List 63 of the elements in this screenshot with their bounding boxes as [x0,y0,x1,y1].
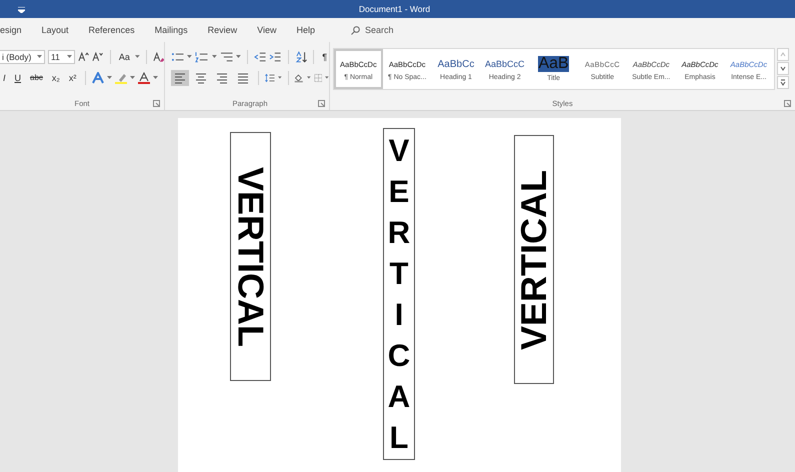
dropdown-arrow-icon[interactable] [212,55,217,58]
ribbon-tab[interactable]: Layout [32,20,79,40]
format-button[interactable]: abc [27,73,46,82]
decrease-indent-icon[interactable] [254,50,266,62]
sort-icon[interactable] [294,50,308,62]
text-box[interactable]: VERTICAL [383,128,415,460]
search-icon[interactable] [350,26,360,34]
ribbon-tab[interactable]: View [247,20,286,40]
change-case-button[interactable]: Aa [116,48,132,64]
more-styles-icon[interactable] [777,76,789,89]
dropdown-arrow-icon[interactable] [153,76,158,79]
vertical-text: VERTICAL [232,166,268,346]
dropdown-arrow-icon[interactable] [37,55,42,58]
bullets-icon[interactable] [171,50,184,62]
align-justify-icon [236,70,250,84]
format-button[interactable]: I [0,72,9,82]
highlighter-icon[interactable] [115,72,128,84]
ribbon-tab[interactable]: Help [286,20,325,40]
dropdown-arrow-icon[interactable] [306,76,311,79]
text-box[interactable]: VERTICAL [514,135,554,384]
font-size-field[interactable]: 11 [48,50,75,64]
ribbon-tab[interactable]: esign [0,20,32,40]
dropdown-arrow-icon[interactable] [325,76,329,79]
increase-indent-icon[interactable] [269,50,282,62]
show-formatting-button[interactable]: ¶ [320,48,330,64]
dialog-launcher-icon[interactable] [318,100,325,107]
format-button[interactable]: U [12,72,24,82]
align-left-icon [173,70,187,84]
window-title: Document1 - Word [358,4,430,14]
dropdown-arrow-icon[interactable] [236,55,241,58]
vertical-text: VERTICAL [516,170,552,350]
font-name-field[interactable]: i (Body) [0,50,46,64]
text-effects-icon[interactable] [92,72,104,84]
dropdown-arrow-icon[interactable] [67,55,72,58]
font-color-icon[interactable] [138,72,150,84]
dropdown-arrow-icon[interactable] [278,76,282,79]
customize-toolbar-icon[interactable] [18,7,25,13]
dropdown-arrow-icon[interactable] [130,76,136,79]
dropdown-arrow-icon[interactable] [134,55,140,58]
search-field[interactable]: Search [364,25,394,35]
format-button[interactable]: x² [66,72,80,82]
ribbon-tab[interactable]: References [78,20,145,40]
scroll-down-icon[interactable] [777,62,789,75]
shrink-font-icon[interactable] [92,51,104,62]
grow-font-icon[interactable] [78,51,90,62]
align-center-icon [194,70,208,84]
shading-icon[interactable] [294,72,304,84]
format-button[interactable]: x₂ [48,72,63,82]
multilevel-list-icon[interactable] [220,50,233,62]
ribbon-tab[interactable]: Review [198,20,248,40]
text-box[interactable]: VERTICAL [230,132,271,381]
borders-icon[interactable] [314,72,322,84]
numbering-icon[interactable] [195,50,209,62]
line-spacing-icon[interactable] [264,72,275,84]
clear-formatting-icon[interactable] [152,50,164,62]
align-right-icon [215,70,229,84]
dropdown-arrow-icon[interactable] [107,76,112,79]
dialog-launcher-icon[interactable] [153,100,160,107]
ribbon-tab[interactable]: Mailings [144,20,198,40]
vertical-text: VERTICAL [388,132,410,457]
dialog-launcher-icon[interactable] [784,100,791,107]
align-button[interactable] [171,70,189,86]
dropdown-arrow-icon[interactable] [187,55,192,58]
